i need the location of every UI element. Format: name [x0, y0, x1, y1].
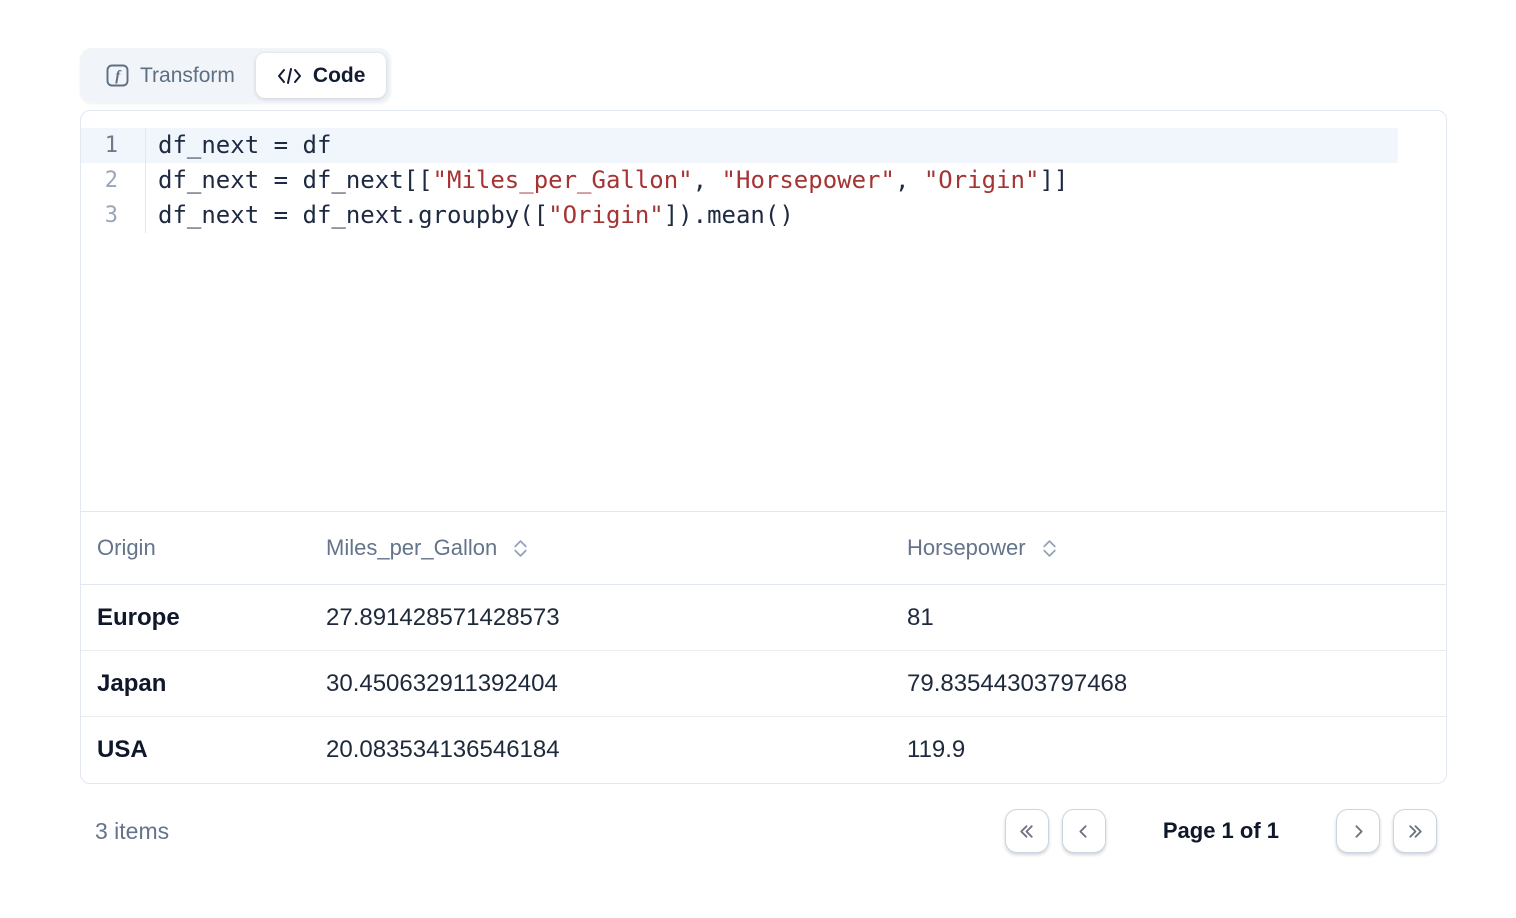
column-header-mpg-label: Miles_per_Gallon [326, 535, 497, 561]
cell-miles-per-gallon: 27.891428571428573 [326, 604, 907, 632]
view-mode-tabbar: f Transform Code [80, 48, 391, 103]
code-line[interactable]: 2df_next = df_next[["Miles_per_Gallon", … [81, 163, 1398, 198]
column-header-miles-per-gallon[interactable]: Miles_per_Gallon [326, 535, 907, 561]
column-header-hp-label: Horsepower [907, 535, 1026, 561]
cell-horsepower: 79.83544303797468 [907, 670, 1446, 698]
previous-page-icon [1073, 821, 1094, 842]
code-line-text: df_next = df_next.groupby(["Origin"]).me… [146, 198, 794, 233]
first-page-button[interactable] [1005, 809, 1049, 853]
table-footer: 3 items [80, 784, 1447, 864]
first-page-icon [1016, 821, 1037, 842]
items-count: 3 items [95, 818, 169, 845]
last-page-button[interactable] [1393, 809, 1437, 853]
next-page-icon [1348, 821, 1369, 842]
cell-miles-per-gallon: 30.450632911392404 [326, 670, 907, 698]
table-row: Japan 30.450632911392404 79.835443037974… [81, 651, 1446, 717]
column-header-origin-label: Origin [97, 535, 156, 561]
table-row: USA 20.083534136546184 119.9 [81, 717, 1446, 783]
cell-horsepower: 81 [907, 604, 1446, 632]
svg-text:f: f [115, 69, 122, 85]
page-indicator: Page 1 of 1 [1163, 818, 1279, 844]
transform-panel: 1df_next = df2df_next = df_next[["Miles_… [80, 110, 1447, 784]
sort-icon[interactable] [512, 539, 529, 558]
function-icon: f [106, 64, 129, 87]
previous-page-button[interactable] [1062, 809, 1106, 853]
tab-code-label: Code [313, 64, 366, 88]
app-root: f Transform Code 1df_next = df2df_next =… [0, 0, 1516, 864]
cell-origin: USA [97, 736, 326, 764]
cell-origin: Europe [97, 604, 326, 632]
cell-origin: Japan [97, 670, 326, 698]
table-header-row: Origin Miles_per_Gallon Horsepower [81, 512, 1446, 585]
last-page-icon [1405, 821, 1426, 842]
code-line-text: df_next = df_next[["Miles_per_Gallon", "… [146, 163, 1068, 198]
code-line-text: df_next = df [146, 128, 331, 163]
cell-horsepower: 119.9 [907, 736, 1446, 764]
code-line[interactable]: 1df_next = df [81, 128, 1398, 163]
next-page-button[interactable] [1336, 809, 1380, 853]
pagination: Page 1 of 1 [1005, 809, 1437, 853]
tab-transform[interactable]: f Transform [85, 53, 256, 98]
column-header-horsepower[interactable]: Horsepower [907, 535, 1446, 561]
code-icon [277, 66, 302, 86]
code-line[interactable]: 3df_next = df_next.groupby(["Origin"]).m… [81, 198, 1398, 233]
sort-icon[interactable] [1041, 539, 1058, 558]
tab-code[interactable]: Code [256, 53, 387, 98]
line-number: 3 [81, 198, 146, 233]
cell-miles-per-gallon: 20.083534136546184 [326, 736, 907, 764]
code-editor[interactable]: 1df_next = df2df_next = df_next[["Miles_… [81, 111, 1446, 512]
line-number: 1 [81, 128, 146, 163]
table-row: Europe 27.891428571428573 81 [81, 585, 1446, 651]
line-number: 2 [81, 163, 146, 198]
tab-transform-label: Transform [140, 64, 235, 88]
column-header-origin: Origin [97, 535, 326, 561]
